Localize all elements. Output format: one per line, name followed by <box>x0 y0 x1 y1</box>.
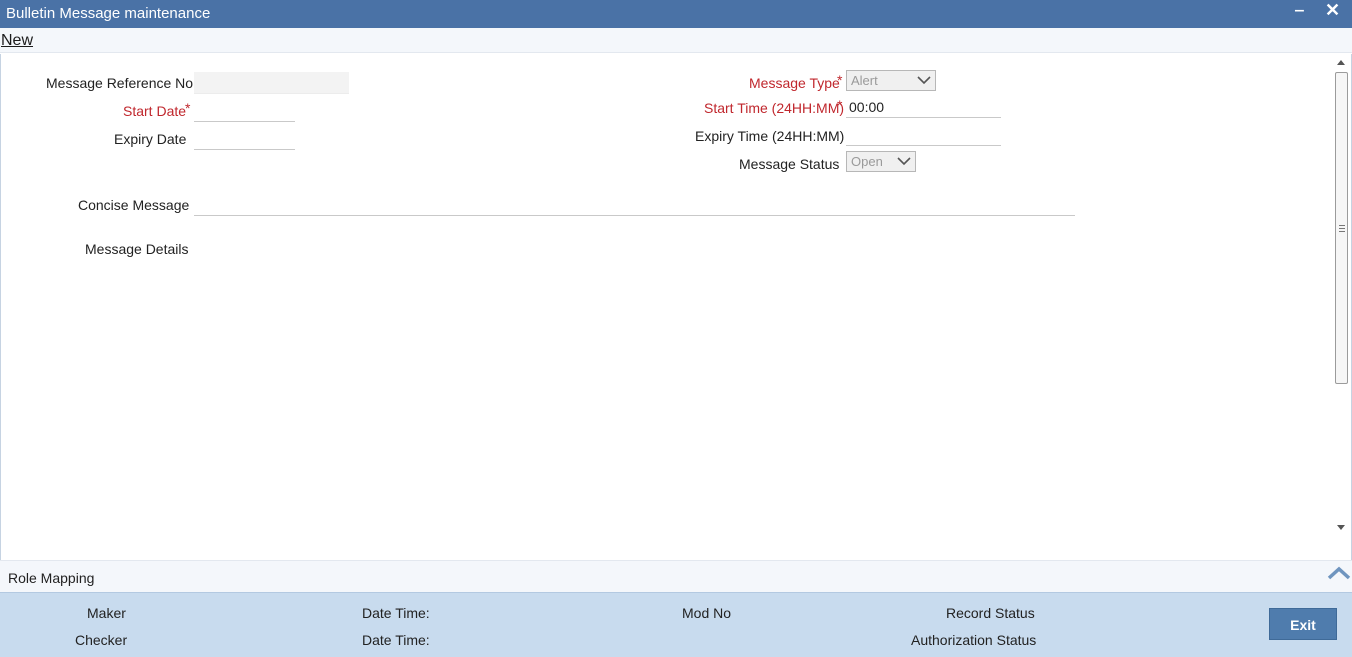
start-time-field[interactable] <box>846 96 1001 118</box>
message-status-label: Message Status <box>739 156 840 172</box>
maker-label: Maker <box>87 605 126 621</box>
vertical-scrollbar[interactable] <box>1334 56 1349 534</box>
toolbar: New <box>0 28 1352 53</box>
expiry-date-field[interactable] <box>194 128 295 150</box>
chevron-up-icon[interactable] <box>1327 565 1351 581</box>
message-type-label: Message Type <box>749 75 840 91</box>
checker-date-time-label: Date Time: <box>362 632 430 648</box>
new-link[interactable]: New <box>1 32 33 50</box>
form-panel: Message Reference No Start Date * Expiry… <box>0 54 1352 560</box>
expiry-time-label: Expiry Time (24HH:MM) <box>695 128 845 144</box>
mod-no-label: Mod No <box>682 605 732 621</box>
message-type-value: Alert <box>851 73 878 88</box>
record-status-label: Record Status <box>946 605 1035 621</box>
grip-line <box>1339 228 1345 229</box>
scroll-down-icon[interactable] <box>1337 525 1345 530</box>
expiry-date-label: Expiry Date <box>114 131 187 147</box>
role-mapping-bar: Role Mapping <box>0 560 1352 592</box>
role-mapping-link[interactable]: Role Mapping <box>8 570 94 586</box>
authorization-status-label: Authorization Status <box>911 632 1037 648</box>
grip-line <box>1339 231 1345 232</box>
scroll-up-icon[interactable] <box>1337 60 1345 65</box>
message-type-select[interactable]: Alert <box>846 70 936 91</box>
concise-message-field[interactable] <box>194 194 1075 216</box>
minimize-icon[interactable]: ‒ <box>1295 2 1304 20</box>
close-icon[interactable]: ✕ <box>1325 0 1340 21</box>
maker-date-time-label: Date Time: <box>362 605 430 621</box>
message-reference-no-field[interactable] <box>194 72 349 94</box>
start-time-required-mark: * <box>837 97 843 113</box>
start-time-label: Start Time (24HH:MM) <box>704 100 845 116</box>
scroll-thumb[interactable] <box>1335 72 1348 384</box>
message-status-select[interactable]: Open <box>846 151 916 172</box>
exit-button[interactable]: Exit <box>1269 608 1337 640</box>
message-type-required-mark: * <box>837 72 843 88</box>
concise-message-label: Concise Message <box>78 197 190 213</box>
start-date-field[interactable] <box>194 100 295 122</box>
chevron-down-icon <box>917 76 931 85</box>
chevron-down-icon <box>897 157 911 166</box>
audit-panel: Maker Checker Date Time: Date Time: Mod … <box>0 592 1352 657</box>
message-status-value: Open <box>851 154 883 169</box>
expiry-time-field[interactable] <box>846 124 1001 146</box>
grip-line <box>1339 225 1345 226</box>
start-date-label: Start Date <box>123 103 187 119</box>
message-reference-no-label: Message Reference No <box>46 75 194 91</box>
start-date-required-mark: * <box>185 100 191 116</box>
message-details-label: Message Details <box>85 241 189 257</box>
window-title: Bulletin Message maintenance <box>6 5 211 22</box>
checker-label: Checker <box>75 632 128 648</box>
window-titlebar: Bulletin Message maintenance ‒ ✕ <box>0 0 1352 28</box>
